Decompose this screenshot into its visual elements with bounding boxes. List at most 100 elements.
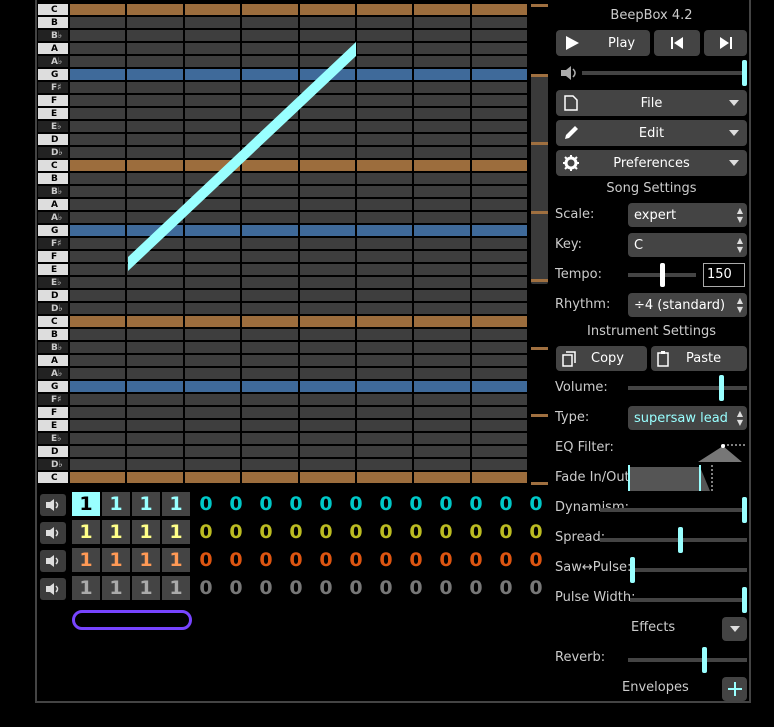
piano-key[interactable]: D	[38, 134, 68, 145]
piano-key[interactable]: B♭	[38, 30, 68, 41]
pulse-width-slider-thumb[interactable]	[742, 587, 747, 613]
eq-filter-editor[interactable]	[628, 438, 747, 462]
piano-key[interactable]: F♯	[38, 238, 68, 249]
piano-key[interactable]: G	[38, 225, 68, 236]
pattern-cell[interactable]: 0	[372, 576, 400, 600]
file-menu[interactable]: File	[556, 90, 747, 116]
piano-key[interactable]: C	[38, 4, 68, 15]
pattern-cell[interactable]: 0	[192, 576, 220, 600]
dynamism-slider-track[interactable]	[600, 508, 747, 512]
pattern-cell[interactable]: 1	[132, 492, 160, 516]
pattern-cell[interactable]: 1	[162, 548, 190, 572]
piano-key[interactable]: E♭	[38, 121, 68, 132]
pattern-cell[interactable]: 0	[252, 548, 280, 572]
pattern-cell[interactable]: 0	[522, 548, 550, 572]
reverb-slider-thumb[interactable]	[702, 647, 708, 673]
previous-bar-button[interactable]	[654, 30, 700, 56]
piano-key[interactable]: C	[38, 472, 68, 483]
pattern-cell[interactable]: 0	[222, 492, 250, 516]
piano-key[interactable]: D	[38, 446, 68, 457]
rhythm-select[interactable]: ÷4 (standard) ▲ ▼	[628, 293, 747, 317]
pattern-cell[interactable]: 0	[462, 576, 490, 600]
piano-key[interactable]: B	[38, 17, 68, 28]
piano-key[interactable]: A♭	[38, 368, 68, 379]
pattern-cell[interactable]: 1	[72, 548, 100, 572]
pattern-cell[interactable]: 1	[132, 576, 160, 600]
pattern-cell[interactable]: 0	[372, 492, 400, 516]
pulse-width-slider-track[interactable]	[630, 598, 747, 602]
pattern-cell[interactable]: 1	[102, 548, 130, 572]
saw-pulse-slider-thumb[interactable]	[630, 557, 635, 583]
piano-key[interactable]: A♭	[38, 56, 68, 67]
piano-key[interactable]: B	[38, 329, 68, 340]
piano-key[interactable]: F	[38, 407, 68, 418]
pattern-cell[interactable]: 0	[342, 492, 370, 516]
pattern-cell[interactable]: 0	[252, 576, 280, 600]
octave-scrollbar[interactable]	[531, 4, 548, 485]
type-select[interactable]: supersaw lead ▲ ▼	[628, 406, 747, 430]
master-volume-thumb[interactable]	[742, 60, 747, 86]
pattern-cell[interactable]: 0	[402, 520, 430, 544]
piano-key[interactable]: F♯	[38, 394, 68, 405]
master-volume-track[interactable]	[582, 71, 747, 75]
channel-mute-button[interactable]	[40, 550, 66, 572]
pattern-cell[interactable]: 0	[252, 492, 280, 516]
piano-key[interactable]: F	[38, 95, 68, 106]
piano-key[interactable]: D♭	[38, 303, 68, 314]
pattern-cell[interactable]: 0	[282, 576, 310, 600]
spread-slider-track[interactable]	[600, 538, 747, 542]
pattern-cell[interactable]: 0	[192, 492, 220, 516]
pattern-cell[interactable]: 1	[102, 520, 130, 544]
add-envelope-button[interactable]	[722, 677, 747, 701]
piano-key[interactable]: A	[38, 43, 68, 54]
preferences-menu[interactable]: Preferences	[556, 150, 747, 176]
pattern-cell[interactable]: 0	[192, 548, 220, 572]
pattern-cell[interactable]: 0	[432, 520, 460, 544]
piano-key[interactable]: C	[38, 316, 68, 327]
volume-slider-track[interactable]	[628, 386, 747, 390]
pattern-cell[interactable]: 0	[312, 520, 340, 544]
pattern-cell[interactable]: 1	[72, 520, 100, 544]
next-bar-button[interactable]	[704, 30, 747, 56]
piano-key[interactable]: D♭	[38, 459, 68, 470]
pattern-cell[interactable]: 0	[372, 520, 400, 544]
pattern-editor-grid[interactable]	[70, 4, 529, 485]
pattern-cell[interactable]: 0	[282, 520, 310, 544]
pattern-cell[interactable]: 0	[432, 492, 460, 516]
pattern-cell[interactable]: 0	[222, 548, 250, 572]
pattern-cell[interactable]: 0	[492, 492, 520, 516]
pattern-cell[interactable]: 0	[522, 520, 550, 544]
piano-key[interactable]: G	[38, 69, 68, 80]
octave-scroll-thumb[interactable]	[531, 74, 548, 284]
effects-dropdown-button[interactable]	[722, 617, 747, 641]
piano-key[interactable]: F	[38, 251, 68, 262]
pattern-cell[interactable]: 0	[492, 520, 520, 544]
piano-key[interactable]: E♭	[38, 433, 68, 444]
pattern-cell[interactable]: 1	[132, 548, 160, 572]
pattern-cell[interactable]: 0	[252, 520, 280, 544]
pattern-cell[interactable]: 0	[192, 520, 220, 544]
pattern-cell[interactable]: 0	[312, 548, 340, 572]
pattern-cell[interactable]: 1	[72, 492, 100, 516]
piano-key[interactable]: A	[38, 199, 68, 210]
pattern-cell[interactable]: 0	[222, 520, 250, 544]
play-button[interactable]: Play	[556, 30, 650, 56]
piano-key[interactable]: B♭	[38, 186, 68, 197]
pattern-cell[interactable]: 0	[372, 548, 400, 572]
edit-menu[interactable]: Edit	[556, 120, 747, 146]
piano-key[interactable]: A♭	[38, 212, 68, 223]
reverb-slider-track[interactable]	[628, 658, 747, 662]
pattern-cell[interactable]: 1	[162, 520, 190, 544]
pattern-cell[interactable]: 0	[462, 492, 490, 516]
pattern-cell[interactable]: 0	[522, 576, 550, 600]
pattern-cell[interactable]: 0	[462, 520, 490, 544]
pattern-cell[interactable]: 0	[342, 548, 370, 572]
loop-selection[interactable]	[72, 610, 192, 630]
piano-key[interactable]: G	[38, 381, 68, 392]
note-slide[interactable]	[128, 42, 356, 271]
channel-mute-button[interactable]	[40, 494, 66, 516]
pattern-cell[interactable]: 0	[282, 548, 310, 572]
pattern-cell[interactable]: 0	[222, 576, 250, 600]
pattern-cell[interactable]: 1	[102, 576, 130, 600]
pattern-cell[interactable]: 0	[462, 548, 490, 572]
